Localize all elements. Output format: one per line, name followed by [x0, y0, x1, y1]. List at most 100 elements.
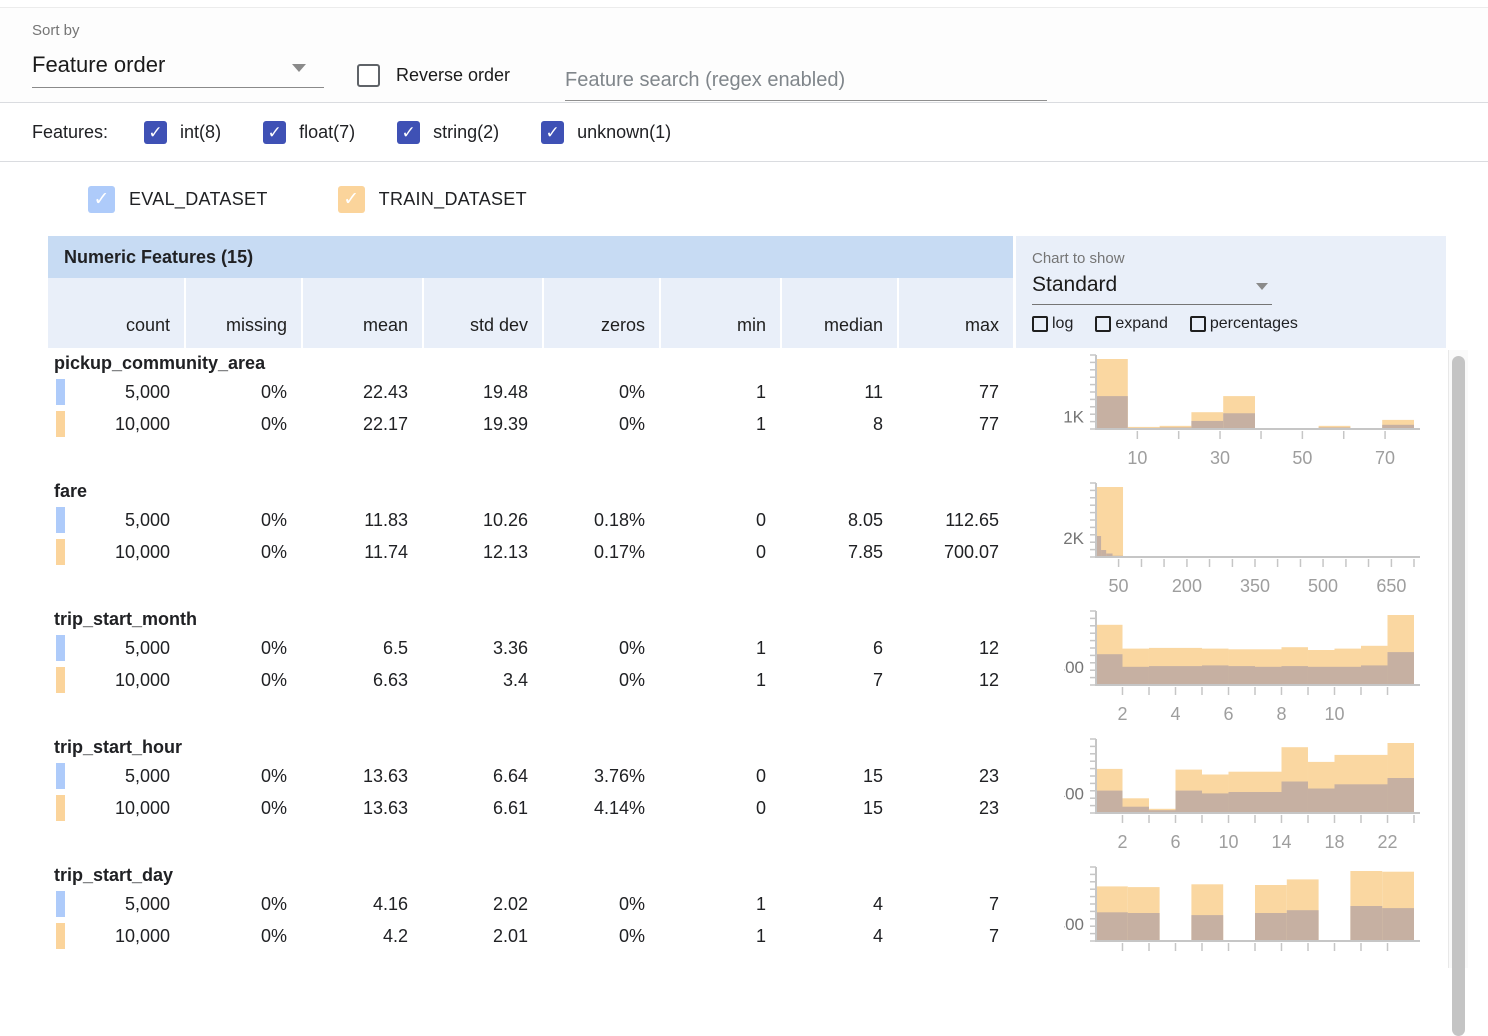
log-label: log: [1052, 315, 1073, 333]
eval-stats-row: 5,0000%4.162.020%147: [48, 888, 1013, 920]
unknown-checkbox[interactable]: ✓: [541, 121, 564, 144]
feature-block-fare: fare5,0000%11.8310.260.18%08.05112.6510,…: [48, 476, 1013, 604]
histogram-trip_start_hour: 2610141822400: [1064, 732, 1446, 860]
stat-cell: 1: [659, 920, 780, 952]
x-tick-label: 14: [1271, 832, 1291, 852]
col-stddev: std dev: [422, 278, 542, 348]
stat-cell: 1: [659, 888, 780, 920]
stat-cell: 15: [780, 760, 897, 792]
stat-cell: 0%: [184, 792, 301, 824]
col-missing: missing: [184, 278, 301, 348]
train-swatch: [56, 923, 65, 949]
y-tick-label: 400: [1064, 658, 1084, 677]
stat-cell: 0%: [542, 664, 659, 696]
stat-cell: 0%: [542, 888, 659, 920]
stat-cell: 10,000: [48, 792, 184, 824]
percentages-checkbox[interactable]: [1190, 316, 1206, 332]
sort-by-select[interactable]: Feature order: [32, 46, 324, 88]
filter-float[interactable]: ✓ float(7): [263, 121, 355, 144]
sort-by-label: Sort by: [32, 22, 80, 39]
stat-cell: 0%: [542, 408, 659, 440]
filter-unknown[interactable]: ✓ unknown(1): [541, 121, 671, 144]
stat-cell: 23: [897, 760, 1013, 792]
eval-dataset-checkbox[interactable]: ✓: [88, 186, 115, 213]
stat-cell: 8.05: [780, 504, 897, 536]
col-mean: mean: [301, 278, 422, 348]
eval-swatch: [56, 379, 65, 405]
stat-cell: 1: [659, 632, 780, 664]
y-tick-label: 400: [1064, 915, 1084, 934]
chart-column: Chart to show Standard log expand percen…: [1016, 236, 1446, 988]
x-tick-label: 4: [1170, 704, 1180, 724]
reverse-order-control[interactable]: Reverse order: [357, 64, 510, 87]
unknown-label: unknown(1): [577, 122, 671, 143]
log-checkbox[interactable]: [1032, 316, 1048, 332]
stats-table: Numeric Features (15) count missing mean…: [48, 236, 1013, 988]
stat-cell: 4.16: [301, 888, 422, 920]
stat-cell: 0: [659, 792, 780, 824]
eval-swatch: [56, 891, 65, 917]
x-tick-label: 22: [1377, 832, 1397, 852]
feature-name: trip_start_hour: [48, 732, 1013, 760]
reverse-order-checkbox[interactable]: [357, 64, 380, 87]
stat-cell: 0%: [184, 888, 301, 920]
vertical-scrollbar[interactable]: [1448, 350, 1468, 968]
window-top-divider: [0, 0, 1488, 8]
numeric-features-section: Numeric Features (15) count missing mean…: [0, 236, 1488, 988]
scrollbar-thumb[interactable]: [1452, 356, 1465, 1036]
feature-search-input[interactable]: [565, 60, 1047, 101]
eval-stats-row: 5,0000%6.53.360%1612: [48, 632, 1013, 664]
chart-options: log expand percentages: [1032, 315, 1446, 333]
percentages-option[interactable]: percentages: [1190, 315, 1298, 333]
stat-cell: 8: [780, 408, 897, 440]
stat-cell: 12: [897, 632, 1013, 664]
log-option[interactable]: log: [1032, 315, 1073, 333]
col-zeros: zeros: [542, 278, 659, 348]
x-tick-label: 6: [1170, 832, 1180, 852]
expand-option[interactable]: expand: [1095, 315, 1168, 333]
feature-name: trip_start_month: [48, 604, 1013, 632]
eval-stats-row: 5,0000%11.8310.260.18%08.05112.65: [48, 504, 1013, 536]
stat-cell: 22.43: [301, 376, 422, 408]
histogram-svg: 103050701K: [1064, 348, 1426, 474]
x-tick-label: 18: [1324, 832, 1344, 852]
stat-cell: 0: [659, 536, 780, 568]
x-tick-label: 2: [1117, 704, 1127, 724]
filter-string[interactable]: ✓ string(2): [397, 121, 499, 144]
histogram-svg: 400: [1064, 860, 1426, 986]
feature-type-filter-bar: Features: ✓ int(8) ✓ float(7) ✓ string(2…: [0, 103, 1488, 162]
stat-cell: 10.26: [422, 504, 542, 536]
features-label: Features:: [32, 122, 108, 143]
eval-swatch: [56, 635, 65, 661]
histogram-trip_start_day: 400: [1064, 860, 1446, 988]
histogram-svg: 2610141822400: [1064, 732, 1426, 858]
stat-cell: 77: [897, 408, 1013, 440]
int-checkbox[interactable]: ✓: [144, 121, 167, 144]
stat-cell: 4: [780, 920, 897, 952]
stat-cell: 3.76%: [542, 760, 659, 792]
stat-cell: 0%: [542, 632, 659, 664]
stat-cell: 6: [780, 632, 897, 664]
chart-type-select[interactable]: Standard: [1032, 269, 1272, 305]
dataset-train[interactable]: ✓ TRAIN_DATASET: [338, 186, 527, 213]
chart-to-show-label: Chart to show: [1032, 250, 1446, 267]
stat-cell: 7: [897, 920, 1013, 952]
stat-cell: 6.64: [422, 760, 542, 792]
stat-cell: 11.74: [301, 536, 422, 568]
string-label: string(2): [433, 122, 499, 143]
float-checkbox[interactable]: ✓: [263, 121, 286, 144]
x-tick-label: 10: [1218, 832, 1238, 852]
expand-checkbox[interactable]: [1095, 316, 1111, 332]
y-tick-label: 400: [1064, 784, 1084, 803]
stat-cell: 4.2: [301, 920, 422, 952]
filter-int[interactable]: ✓ int(8): [144, 121, 221, 144]
dataset-eval[interactable]: ✓ EVAL_DATASET: [88, 186, 268, 213]
train-dataset-checkbox[interactable]: ✓: [338, 186, 365, 213]
histogram-trip_start_month: 246810400: [1064, 604, 1446, 732]
stats-column-headers: count missing mean std dev zeros min med…: [48, 278, 1013, 348]
histogram-pickup_community_area: 103050701K: [1064, 348, 1446, 476]
string-checkbox[interactable]: ✓: [397, 121, 420, 144]
x-tick-label: 500: [1308, 576, 1338, 596]
train-stats-row: 10,0000%11.7412.130.17%07.85700.07: [48, 536, 1013, 568]
stat-cell: 6.5: [301, 632, 422, 664]
